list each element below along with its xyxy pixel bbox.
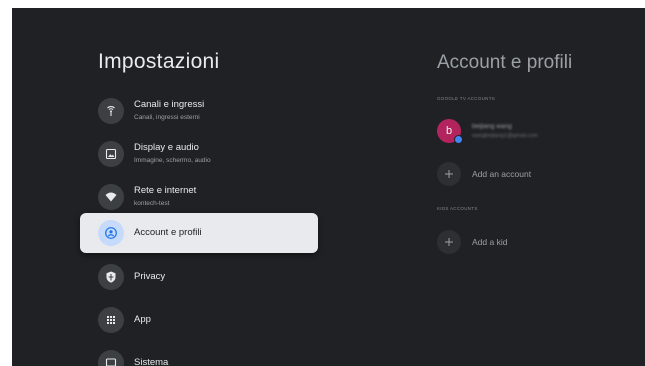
kids-accounts-section-label: KIDS ACCOUNTS (437, 206, 478, 211)
add-account-row[interactable]: Add an account (437, 162, 531, 186)
google-badge-icon (454, 135, 463, 144)
menu-item-sublabel: Immagine, schermo, audio (134, 157, 211, 164)
menu-item-sublabel: Canali, ingressi esterni (134, 114, 200, 121)
add-kid-row[interactable]: Add a kid (437, 230, 507, 254)
avatar-initial: b (445, 125, 453, 137)
menu-item-apps[interactable]: App (80, 300, 318, 340)
avatar: b (437, 119, 463, 144)
menu-item-privacy[interactable]: Privacy (80, 257, 318, 297)
account-row[interactable]: b beijiang wang wangbeijiang1@gmail.com (437, 119, 538, 144)
menu-item-channels-inputs[interactable]: Canali e ingressi Canali, ingressi ester… (80, 91, 318, 131)
add-kid-label: Add a kid (472, 237, 508, 247)
menu-item-label: Privacy (134, 271, 166, 282)
system-icon (98, 350, 124, 366)
apps-grid-icon (98, 307, 124, 333)
account-name: beijiang wang (472, 123, 512, 130)
menu-item-sublabel: kontech-test (134, 200, 170, 207)
menu-item-label: Account e profili (134, 227, 202, 238)
menu-item-network-internet[interactable]: Rete e internet kontech-test (80, 177, 318, 217)
plus-icon (437, 230, 461, 254)
wifi-icon (98, 184, 124, 210)
google-accounts-section-label: GOOGLE TV ACCOUNTS (437, 96, 496, 101)
menu-item-label: Canali e ingressi (134, 99, 205, 110)
account-icon (98, 220, 124, 246)
menu-item-display-audio[interactable]: Display e audio Immagine, schermo, audio (80, 134, 318, 174)
menu-item-label: Display e audio (134, 142, 199, 153)
add-account-label: Add an account (472, 169, 532, 179)
menu-item-label: Sistema (134, 357, 169, 366)
menu-item-label: App (134, 314, 151, 325)
panel-title: Account e profili (437, 52, 573, 73)
plus-icon (437, 162, 461, 186)
settings-title: Impostazioni (98, 50, 220, 73)
menu-item-label: Rete e internet (134, 185, 197, 196)
account-email: wangbeijiang1@gmail.com (472, 133, 538, 139)
antenna-icon (98, 98, 124, 124)
tv-settings-screen: Impostazioni Canali e ingressi Canali, i… (12, 8, 645, 366)
display-icon (98, 141, 124, 167)
shield-icon (98, 264, 124, 290)
menu-item-system[interactable]: Sistema (80, 343, 318, 366)
menu-item-account-profiles[interactable]: Account e profili (80, 213, 318, 253)
